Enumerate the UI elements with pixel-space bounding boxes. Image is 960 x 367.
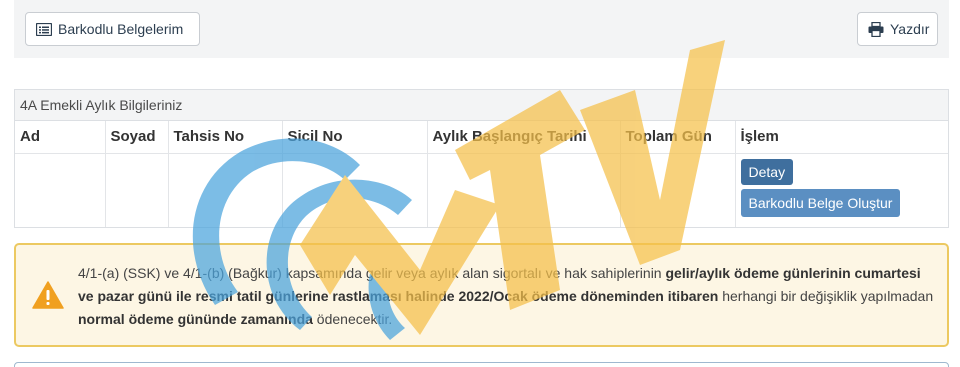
alert-text-2: herhangi bir değişiklik yapılmadan: [718, 288, 934, 304]
top-toolbar: Barkodlu Belgelerim Yazdır: [14, 0, 949, 58]
column-header-toplam-gun: Toplam Gün: [620, 121, 736, 154]
emekli-aylik-panel: 4A Emekli Aylık Bilgileriniz Ad Soyad Ta…: [14, 89, 949, 228]
printer-icon: [868, 21, 884, 37]
table-row: Detay Barkodlu Belge Oluştur: [15, 153, 948, 227]
panel-heading: 4A Emekli Aylık Bilgileriniz: [15, 90, 948, 121]
alert-text-1: 4/1-(a) (SSK) ve 4/1-(b) (Bağkur) kapsam…: [78, 265, 666, 281]
alert-message: 4/1-(a) (SSK) ve 4/1-(b) (Bağkur) kapsam…: [78, 262, 938, 331]
cell-toplam-gun: [620, 153, 736, 227]
barkodlu-belgelerim-button[interactable]: Barkodlu Belgelerim: [25, 12, 200, 46]
list-alt-icon: [36, 22, 52, 36]
warning-triangle-icon: [32, 281, 64, 309]
emekli-aylik-table: Ad Soyad Tahsis No Sicil No Aylık Başlan…: [15, 121, 948, 227]
cell-tahsis-no: [168, 153, 283, 227]
cell-ad: [15, 153, 106, 227]
yazdir-button[interactable]: Yazdır: [857, 12, 938, 46]
warning-alert: 4/1-(a) (SSK) ve 4/1-(b) (Bağkur) kapsam…: [14, 243, 949, 347]
column-header-ad: Ad: [15, 121, 106, 154]
cell-aylik-baslangic-tarihi: [427, 153, 621, 227]
column-header-aylik-baslangic-tarihi: Aylık Başlangıç Tarihi: [427, 121, 621, 154]
column-header-tahsis-no: Tahsis No: [168, 121, 283, 154]
column-header-soyad: Soyad: [105, 121, 169, 154]
detay-button[interactable]: Detay: [740, 158, 794, 185]
yazdir-label: Yazdır: [890, 21, 930, 37]
alert-bold-2: normal ödeme gününde zamanında: [78, 311, 313, 327]
alert-text-3: ödenecektir.: [312, 311, 393, 327]
column-header-sicil-no: Sicil No: [282, 121, 428, 154]
cell-sicil-no: [282, 153, 428, 227]
cell-soyad: [105, 153, 169, 227]
barkodlu-belgelerim-label: Barkodlu Belgelerim: [58, 21, 184, 37]
cell-islem: Detay Barkodlu Belge Oluştur: [735, 153, 948, 227]
bottom-panel: [14, 362, 949, 367]
barkodlu-belge-olustur-button[interactable]: Barkodlu Belge Oluştur: [740, 188, 901, 217]
column-header-islem: İşlem: [735, 121, 948, 154]
